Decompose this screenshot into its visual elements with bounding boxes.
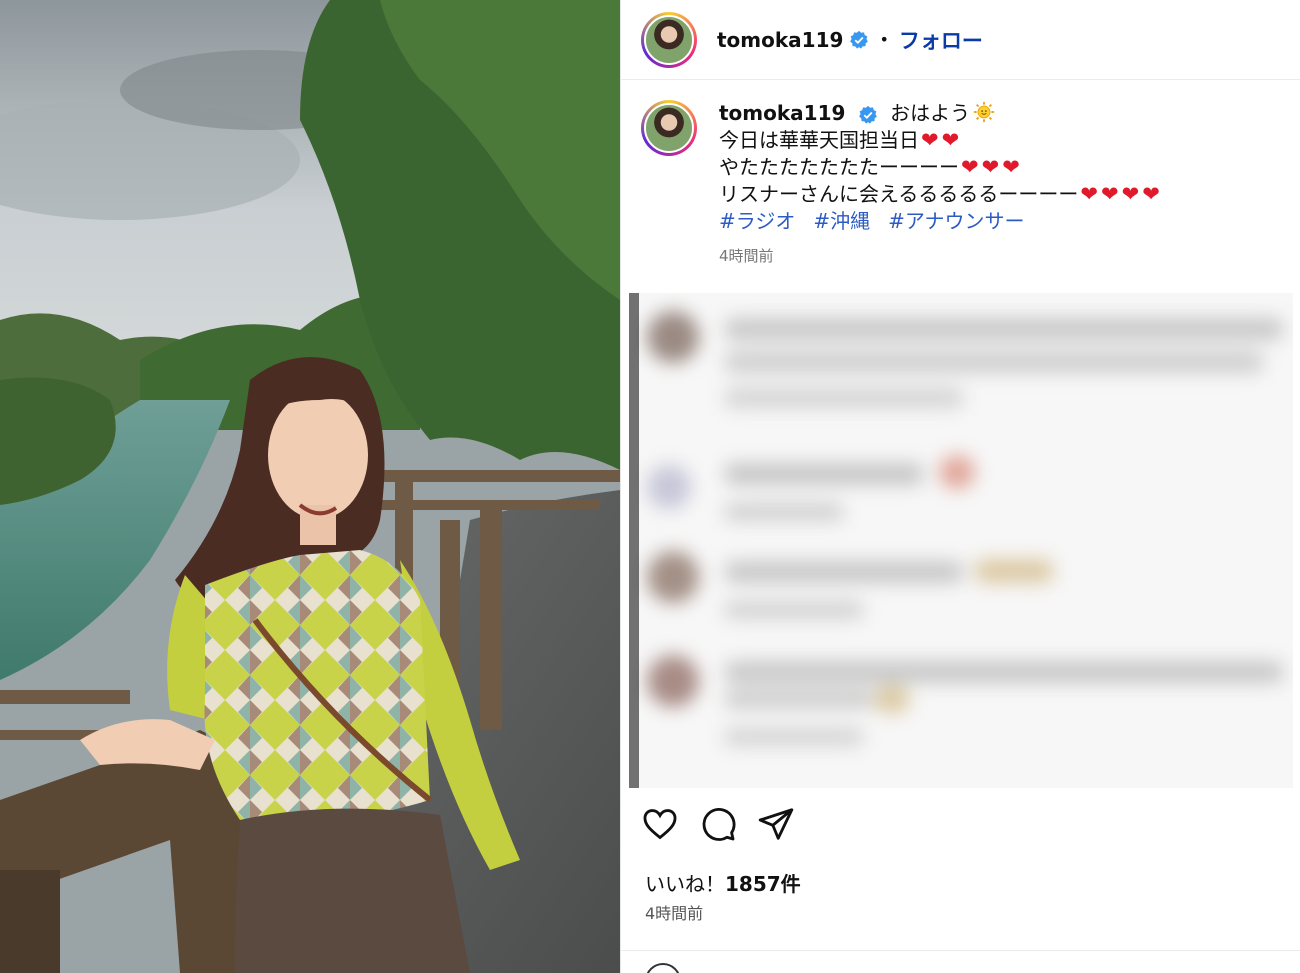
post-timestamp: 4時間前 (645, 904, 704, 923)
heart-icon[interactable] (641, 805, 679, 843)
caption-line-3: やたたたたたたたーーーー (719, 155, 959, 179)
hashtag-list: #ラジオ #沖縄 #アナウンサー (719, 208, 1163, 235)
like-count[interactable]: いいね！1857件 (645, 868, 801, 897)
verified-badge-icon (850, 30, 869, 49)
emoji-icon[interactable] (645, 963, 681, 973)
post-side-panel: tomoka119 • フォロー tomoka119 おはよう 今日は華華天国担… (620, 0, 1300, 973)
caption-timestamp: 4時間前 (719, 247, 774, 265)
heart-emoji-icon: ❤❤ (921, 128, 963, 152)
sun-emoji-icon (974, 101, 995, 123)
likes-number: 1857件 (725, 872, 801, 896)
comment-icon[interactable] (699, 805, 737, 843)
heart-emoji-icon: ❤❤❤ (961, 155, 1023, 179)
add-comment-bar[interactable] (621, 950, 1300, 973)
header-separator: • (879, 30, 889, 49)
author-avatar[interactable] (641, 11, 697, 68)
caption-line-greeting: おはよう (890, 101, 971, 125)
post-header: tomoka119 • フォロー (621, 0, 1300, 80)
comments-edge-shadow (629, 293, 639, 788)
hashtag-announcer[interactable]: #アナウンサー (888, 209, 1024, 233)
author-username[interactable]: tomoka119 (717, 28, 843, 52)
caption-text: tomoka119 おはよう 今日は華華天国担当日❤❤ やたたたたたたたーーーー… (719, 100, 1163, 270)
hashtag-radio[interactable]: #ラジオ (719, 209, 795, 233)
caption-block: tomoka119 おはよう 今日は華華天国担当日❤❤ やたたたたたたたーーーー… (641, 100, 1281, 270)
caption-username[interactable]: tomoka119 (719, 101, 845, 125)
photo-illustration (0, 0, 620, 973)
share-icon[interactable] (757, 805, 795, 843)
heart-emoji-icon: ❤❤❤❤ (1080, 182, 1163, 206)
hashtag-okinawa[interactable]: #沖縄 (813, 209, 870, 233)
caption-line-4: リスナーさんに会えるるるるるーーーー (719, 182, 1079, 206)
caption-avatar[interactable] (641, 100, 697, 156)
caption-line-2: 今日は華華天国担当日 (719, 128, 919, 152)
comments-section-blurred (629, 293, 1293, 788)
verified-badge-icon (858, 105, 877, 124)
follow-button[interactable]: フォロー (899, 25, 983, 55)
post-photo[interactable] (0, 0, 620, 973)
action-bar (641, 805, 815, 843)
likes-prefix: いいね！ (645, 872, 725, 896)
